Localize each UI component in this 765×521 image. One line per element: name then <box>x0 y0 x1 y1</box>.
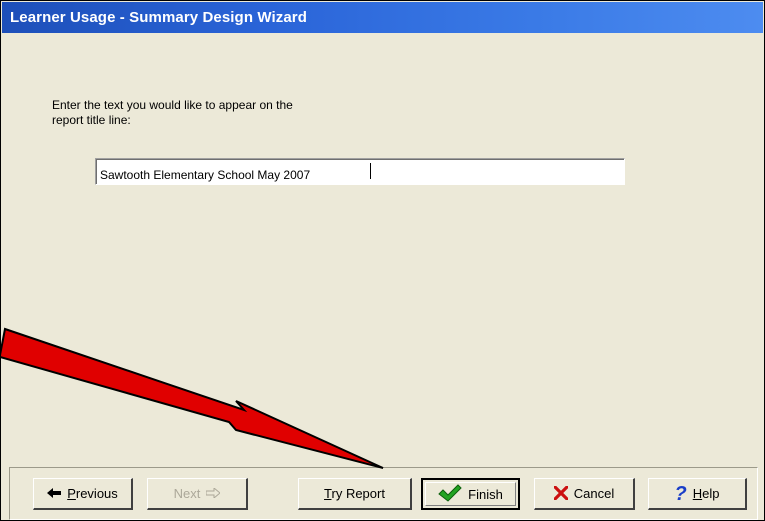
cancel-label: Cancel <box>573 486 615 501</box>
try-report-button[interactable]: Try Report <box>298 478 412 510</box>
previous-label: Previous <box>67 486 118 501</box>
left-arrow-icon <box>47 487 62 500</box>
title-prompt: Enter the text you would like to appear … <box>52 98 372 128</box>
wizard-window: Learner Usage - Summary Design Wizard En… <box>0 0 765 521</box>
right-arrow-icon <box>205 486 222 500</box>
prompt-line-1: Enter the text you would like to appear … <box>52 98 293 112</box>
text-caret <box>370 163 371 179</box>
cancel-button[interactable]: Cancel <box>534 478 635 510</box>
help-button[interactable]: ? Help <box>648 478 747 510</box>
help-label: Help <box>692 486 720 501</box>
finish-label: Finish <box>468 486 503 502</box>
next-label: Next <box>173 486 201 501</box>
title-bar[interactable]: Learner Usage - Summary Design Wizard <box>2 2 763 33</box>
next-button[interactable]: Next <box>147 478 248 510</box>
window-title: Learner Usage - Summary Design Wizard <box>10 9 307 26</box>
prompt-line-2: report title line: <box>52 113 131 127</box>
blue-question-mark-icon: ? <box>674 482 687 505</box>
red-x-icon <box>553 484 569 502</box>
finish-button[interactable]: Finish <box>421 478 520 510</box>
report-title-input[interactable] <box>95 158 625 185</box>
try-report-label: Try Report <box>324 486 385 501</box>
green-checkmark-icon <box>438 484 462 504</box>
previous-button[interactable]: Previous <box>33 478 133 510</box>
